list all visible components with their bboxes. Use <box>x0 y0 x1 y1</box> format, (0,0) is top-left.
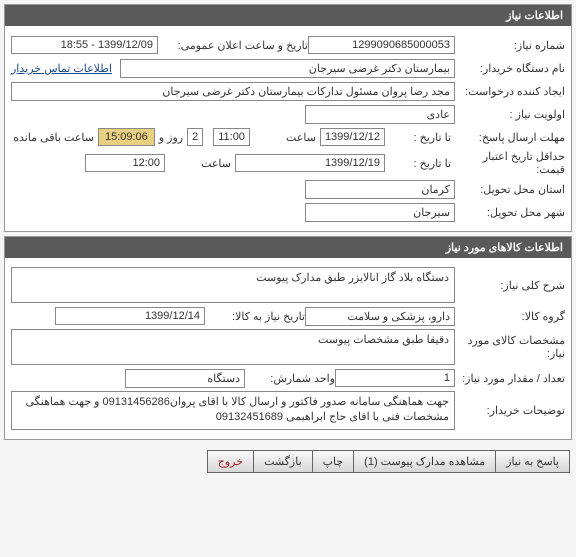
days-label: روز و <box>155 131 187 144</box>
requester-field: مجد رضا پروان مسئول تدارکات بیمارستان دک… <box>11 82 455 101</box>
province-field: کرمان <box>305 180 455 199</box>
need-number-field: 1299090685000053 <box>308 36 455 54</box>
city-field: سیرجان <box>305 203 455 222</box>
time-label-2: ساعت <box>165 157 235 170</box>
exit-button[interactable]: خروج <box>207 450 253 473</box>
days-remaining-field: 2 <box>187 128 203 146</box>
buyer-notes-label: توضیحات خریدار: <box>455 404 565 417</box>
need-number-label: شماره نیاز: <box>455 39 565 52</box>
announce-datetime-field: 1399/12/09 - 18:55 <box>11 36 158 54</box>
until-label-2: تا تاریخ : <box>385 157 455 170</box>
need-goods-date-field: 1399/12/14 <box>55 307 205 325</box>
deadline-date-field: 1399/12/12 <box>320 128 385 146</box>
respond-button[interactable]: پاسخ به نیاز <box>495 450 570 473</box>
spec-label: مشخصات کالای مورد نیاز: <box>455 334 565 360</box>
need-info-panel: اطلاعات نیاز شماره نیاز: 129909068500005… <box>4 4 572 232</box>
goods-info-header: اطلاعات کالاهای مورد نیاز <box>5 237 571 258</box>
announce-datetime-label: تاریخ و ساعت اعلان عمومی: <box>158 39 308 52</box>
need-info-body: شماره نیاز: 1299090685000053 تاریخ و ساع… <box>5 26 571 231</box>
until-label: تا تاریخ : <box>385 131 455 144</box>
deadline-time-field: 11:00 <box>213 128 250 146</box>
validity-time-field: 12:00 <box>85 154 165 172</box>
need-goods-date-label: تاریخ نیاز به کالا: <box>205 310 305 323</box>
buyer-notes-field: جهت هماهنگی سامانه صدور فاکتور و ارسال ک… <box>11 391 455 430</box>
print-button[interactable]: چاپ <box>312 450 354 473</box>
contact-buyer-link[interactable]: اطلاعات تماس خریدار <box>11 62 112 75</box>
unit-field: دستگاه <box>125 369 245 388</box>
group-field: دارو، پزشکی و سلامت <box>305 307 455 326</box>
priority-label: اولویت نیاز : <box>455 108 565 121</box>
desc-label: شرح کلی نیاز: <box>455 279 565 292</box>
city-label: شهر محل تحویل: <box>455 206 565 219</box>
validity-label: حداقل تاریخ اعتبار قیمت: <box>455 150 565 176</box>
countdown-timer: 15:09:06 <box>98 128 155 146</box>
buyer-label: نام دستگاه خریدار: <box>455 62 565 75</box>
time-label-1: ساعت <box>250 131 320 144</box>
action-bar: پاسخ به نیاز مشاهده مدارک پیوست (1) چاپ … <box>0 444 576 479</box>
timer-suffix: ساعت باقی مانده <box>9 131 98 144</box>
need-info-header: اطلاعات نیاز <box>5 5 571 26</box>
requester-label: ایجاد کننده درخواست: <box>455 85 565 98</box>
desc-field: دستگاه بلاد گاز انالایزر طبق مدارک پیوست <box>11 267 455 303</box>
spec-field: دقیقا طبق مشخصات پیوست <box>11 329 455 365</box>
validity-date-field: 1399/12/19 <box>235 154 385 172</box>
province-label: استان محل تحویل: <box>455 183 565 196</box>
view-docs-button[interactable]: مشاهده مدارک پیوست (1) <box>353 450 495 473</box>
back-button[interactable]: بازگشت <box>253 450 312 473</box>
buyer-field: بیمارستان دکتر غرضی سیرجان <box>120 59 455 78</box>
deadline-label: مهلت ارسال پاسخ: <box>455 131 565 144</box>
unit-label: واحد شمارش: <box>245 372 335 385</box>
priority-field: عادی <box>305 105 455 124</box>
goods-info-body: شرح کلی نیاز: دستگاه بلاد گاز انالایزر ط… <box>5 258 571 439</box>
group-label: گروه کالا: <box>455 310 565 323</box>
qty-field: 1 <box>335 369 455 387</box>
goods-info-panel: اطلاعات کالاهای مورد نیاز شرح کلی نیاز: … <box>4 236 572 440</box>
qty-label: تعداد / مقدار مورد نیاز: <box>455 372 565 385</box>
